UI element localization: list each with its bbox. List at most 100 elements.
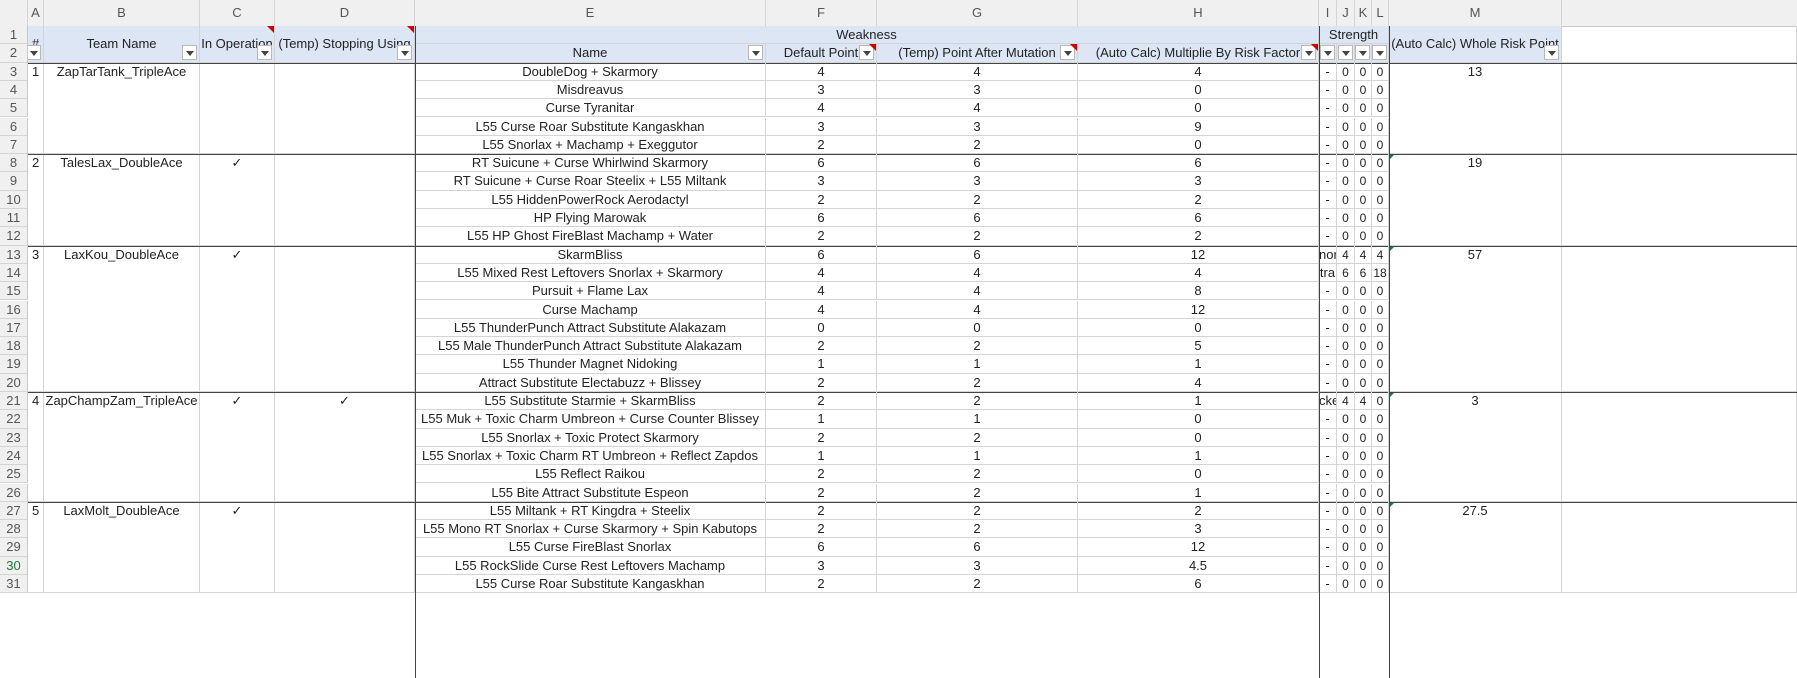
strength-type[interactable]: - <box>1319 538 1337 557</box>
strength-k[interactable]: 0 <box>1355 172 1372 191</box>
column-header-k[interactable]: K <box>1355 0 1372 26</box>
team-name[interactable]: LaxMolt_DoubleAce <box>44 501 200 594</box>
in-operation-cell[interactable] <box>200 62 275 155</box>
weakness-name[interactable]: Misdreavus <box>415 80 766 100</box>
weakness-name[interactable]: L55 HP Ghost FireBlast Machamp + Water <box>415 227 766 246</box>
point-after-mutation[interactable]: 2 <box>877 135 1078 155</box>
strength-k[interactable]: 0 <box>1355 483 1372 502</box>
whole-risk-point[interactable]: 27.5 <box>1389 501 1562 594</box>
strength-type[interactable]: - <box>1319 556 1337 575</box>
weakness-name[interactable]: L55 Curse Roar Substitute Kangaskhan <box>415 117 766 136</box>
multiplied-risk[interactable]: 0 <box>1078 410 1319 429</box>
default-point[interactable]: 2 <box>766 227 877 246</box>
weakness-name[interactable]: Pursuit + Flame Lax <box>415 282 766 301</box>
strength-type[interactable]: - <box>1319 483 1337 502</box>
default-point[interactable]: 2 <box>766 575 877 594</box>
default-point[interactable]: 4 <box>766 263 877 283</box>
weakness-name[interactable]: L55 Male ThunderPunch Attract Substitute… <box>415 337 766 356</box>
filter-dropdown-icon[interactable] <box>28 44 41 60</box>
default-point[interactable]: 2 <box>766 501 877 521</box>
filter-dropdown-icon[interactable] <box>1544 44 1559 60</box>
column-header-c[interactable]: C <box>200 0 275 26</box>
strength-l[interactable]: 0 <box>1372 337 1389 356</box>
strength-l[interactable]: 0 <box>1372 520 1389 539</box>
team-name[interactable]: ZapChampZam_TripleAce <box>44 392 200 502</box>
whole-risk-point[interactable]: 3 <box>1389 392 1562 502</box>
strength-j[interactable]: 0 <box>1337 135 1355 155</box>
strength-type[interactable]: - <box>1319 227 1337 246</box>
filter-dropdown-icon[interactable] <box>748 44 763 60</box>
strength-k[interactable]: 0 <box>1355 556 1372 575</box>
column-header-i[interactable]: I <box>1319 0 1337 26</box>
column-header-g[interactable]: G <box>877 0 1078 26</box>
strength-l[interactable]: 0 <box>1372 227 1389 246</box>
point-after-mutation[interactable]: 4 <box>877 99 1078 118</box>
point-after-mutation[interactable]: 2 <box>877 575 1078 594</box>
multiplied-risk[interactable]: 4 <box>1078 62 1319 81</box>
weakness-name[interactable]: L55 ThunderPunch Attract Substitute Alak… <box>415 318 766 338</box>
column-header-b[interactable]: B <box>44 0 200 26</box>
empty-cell[interactable] <box>1562 154 1797 246</box>
strength-k[interactable]: 0 <box>1355 428 1372 447</box>
strength-j[interactable]: 0 <box>1337 62 1355 81</box>
multiplied-risk[interactable]: 4 <box>1078 263 1319 283</box>
team-index[interactable]: 1 <box>28 62 44 155</box>
column-header-m[interactable]: M <box>1389 0 1562 26</box>
default-point[interactable]: 4 <box>766 300 877 319</box>
strength-type[interactable]: - <box>1319 428 1337 447</box>
weakness-name[interactable]: HP Flying Marowak <box>415 209 766 228</box>
strength-type[interactable]: - <box>1319 135 1337 155</box>
strength-l[interactable]: 0 <box>1372 117 1389 136</box>
column-header-h[interactable]: H <box>1078 0 1319 26</box>
strength-type[interactable]: - <box>1319 154 1337 173</box>
strength-j[interactable]: 0 <box>1337 428 1355 447</box>
strength-l[interactable]: 0 <box>1372 135 1389 155</box>
strength-l[interactable]: 0 <box>1372 62 1389 81</box>
multiplied-risk[interactable]: 6 <box>1078 575 1319 594</box>
team-index[interactable]: 3 <box>28 245 44 392</box>
strength-k[interactable]: 0 <box>1355 465 1372 484</box>
strength-l[interactable]: 0 <box>1372 410 1389 429</box>
strength-type[interactable]: cke <box>1319 392 1337 411</box>
strength-type[interactable]: - <box>1319 190 1337 209</box>
default-point[interactable]: 0 <box>766 318 877 338</box>
team-index[interactable]: 2 <box>28 154 44 246</box>
strength-type[interactable]: - <box>1319 172 1337 191</box>
whole-risk-point[interactable]: 57 <box>1389 245 1562 392</box>
strength-l[interactable]: 0 <box>1372 209 1389 228</box>
filter-dropdown-icon[interactable] <box>1372 44 1387 60</box>
strength-j[interactable]: 0 <box>1337 355 1355 374</box>
strength-k[interactable]: 0 <box>1355 62 1372 81</box>
row-header[interactable]: 12 <box>0 227 28 246</box>
strength-type[interactable]: - <box>1319 318 1337 338</box>
strength-type[interactable]: - <box>1319 282 1337 301</box>
strength-k[interactable]: 0 <box>1355 446 1372 466</box>
strength-type[interactable]: tra <box>1319 263 1337 283</box>
strength-j[interactable]: 0 <box>1337 99 1355 118</box>
multiplied-risk[interactable]: 1 <box>1078 355 1319 374</box>
empty-cell[interactable] <box>1562 62 1797 155</box>
row-header[interactable]: 2 <box>0 44 28 63</box>
strength-j[interactable]: 0 <box>1337 190 1355 209</box>
column-header-d[interactable]: D <box>275 0 415 26</box>
weakness-name[interactable]: L55 Bite Attract Substitute Espeon <box>415 483 766 502</box>
weakness-name[interactable]: SkarmBliss <box>415 245 766 264</box>
row-header[interactable]: 17 <box>0 318 28 338</box>
strength-type[interactable]: - <box>1319 355 1337 374</box>
strength-j[interactable]: 0 <box>1337 337 1355 356</box>
row-header[interactable]: 23 <box>0 428 28 447</box>
strength-j[interactable]: 0 <box>1337 520 1355 539</box>
point-after-mutation[interactable]: 4 <box>877 62 1078 81</box>
multiplied-risk[interactable]: 5 <box>1078 337 1319 356</box>
strength-j[interactable]: 0 <box>1337 465 1355 484</box>
strength-j[interactable]: 0 <box>1337 318 1355 338</box>
weakness-name[interactable]: L55 Snorlax + Toxic Protect Skarmory <box>415 428 766 447</box>
row-header[interactable]: 19 <box>0 355 28 374</box>
default-point[interactable]: 2 <box>766 373 877 392</box>
default-point[interactable]: 6 <box>766 209 877 228</box>
column-header-e[interactable]: E <box>415 0 766 26</box>
weakness-name[interactable]: Curse Machamp <box>415 300 766 319</box>
row-header[interactable]: 20 <box>0 373 28 392</box>
weakness-name[interactable]: L55 Miltank + RT Kingdra + Steelix <box>415 501 766 521</box>
strength-j[interactable]: 0 <box>1337 172 1355 191</box>
